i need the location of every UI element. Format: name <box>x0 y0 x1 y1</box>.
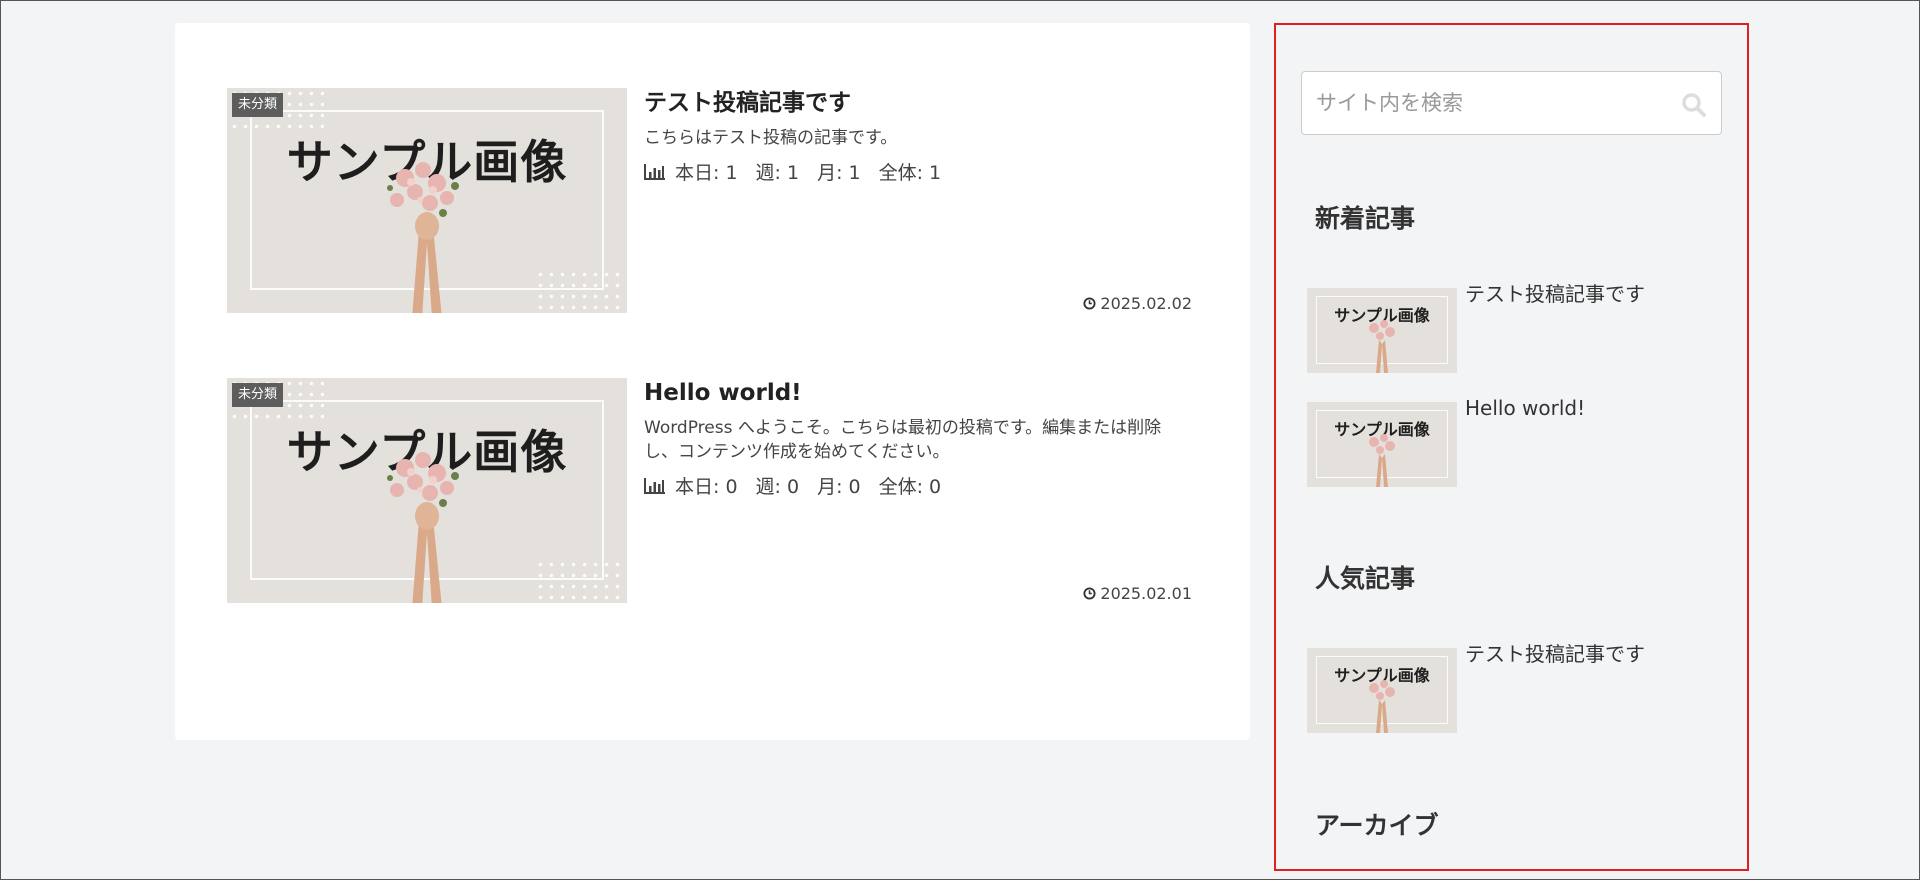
post-body: テスト投稿記事です こちらはテスト投稿の記事です。 本日: 1 週: 1 月: … <box>644 88 1192 313</box>
bouquet-image <box>1369 320 1395 373</box>
stat-total: 全体: 0 <box>878 476 942 498</box>
post-excerpt: こちらはテスト投稿の記事です。 <box>644 128 898 148</box>
clock-icon <box>1083 297 1096 310</box>
new-post-item[interactable]: サンプル画像 Hello world! <box>1307 396 1717 487</box>
widget-heading-new-posts: 新着記事 <box>1301 180 1722 257</box>
post-date: 2025.02.02 <box>1083 294 1192 313</box>
category-badge[interactable]: 未分類 <box>232 383 284 407</box>
post-excerpt: WordPress へようこそ。こちらは最初の投稿です。編集または削除し、コンテ… <box>644 418 1162 462</box>
post-thumbnail[interactable]: サンプル画像 未分類 <box>227 88 627 313</box>
side-post-title[interactable]: Hello world! <box>1465 394 1585 422</box>
post-list-card: サンプル画像 未分類 テスト投稿記事です こちらはテスト投稿の記事です。 本日:… <box>175 23 1250 740</box>
stat-today: 本日: 0 <box>675 476 738 498</box>
post-entry[interactable]: サンプル画像 未分類 Hello world! WordPress へようこそ。… <box>227 378 1192 603</box>
side-post-thumbnail[interactable]: サンプル画像 <box>1307 288 1457 373</box>
post-title[interactable]: Hello world! <box>644 378 1192 408</box>
stat-today: 本日: 1 <box>675 162 738 184</box>
side-post-thumbnail[interactable]: サンプル画像 <box>1307 402 1457 487</box>
view-stats: 本日: 0 週: 0 月: 0 全体: 0 <box>644 472 1192 499</box>
post-thumbnail[interactable]: サンプル画像 未分類 <box>227 378 627 603</box>
bouquet-image <box>1369 434 1395 487</box>
popular-post-item[interactable]: サンプル画像 テスト投稿記事です <box>1307 642 1717 733</box>
stat-month: 月: 0 <box>817 476 861 498</box>
side-post-thumbnail[interactable]: サンプル画像 <box>1307 648 1457 733</box>
sidebar: 新着記事 サンプル画像 テスト投稿記事です サンプル画像 Hello world… <box>1274 23 1749 871</box>
post-date: 2025.02.01 <box>1083 584 1192 603</box>
search-icon[interactable] <box>1681 92 1707 118</box>
hands-image <box>412 502 442 603</box>
post-entry[interactable]: サンプル画像 未分類 テスト投稿記事です こちらはテスト投稿の記事です。 本日:… <box>227 88 1192 313</box>
view-stats: 本日: 1 週: 1 月: 1 全体: 1 <box>644 158 1192 185</box>
bar-chart-icon <box>644 477 665 494</box>
post-date-text: 2025.02.01 <box>1100 584 1192 603</box>
hands-image <box>412 212 442 313</box>
side-post-title[interactable]: テスト投稿記事です <box>1465 640 1645 668</box>
post-body: Hello world! WordPress へようこそ。こちらは最初の投稿です… <box>644 378 1192 603</box>
bouquet-image <box>1369 680 1395 733</box>
search-input[interactable] <box>1302 72 1662 134</box>
search-box[interactable] <box>1301 71 1722 135</box>
widget-heading-popular: 人気記事 <box>1301 540 1722 617</box>
post-date-text: 2025.02.02 <box>1100 294 1192 313</box>
stat-week: 週: 1 <box>755 162 800 184</box>
post-title[interactable]: テスト投稿記事です <box>644 88 1192 118</box>
stat-total: 全体: 1 <box>878 162 942 184</box>
new-post-item[interactable]: サンプル画像 テスト投稿記事です <box>1307 282 1717 373</box>
bar-chart-icon <box>644 163 665 180</box>
category-badge[interactable]: 未分類 <box>232 93 284 117</box>
clock-icon <box>1083 587 1096 600</box>
stat-month: 月: 1 <box>817 162 861 184</box>
stat-week: 週: 0 <box>755 476 800 498</box>
side-post-title[interactable]: テスト投稿記事です <box>1465 280 1645 308</box>
widget-heading-archive: アーカイブ <box>1301 787 1722 864</box>
